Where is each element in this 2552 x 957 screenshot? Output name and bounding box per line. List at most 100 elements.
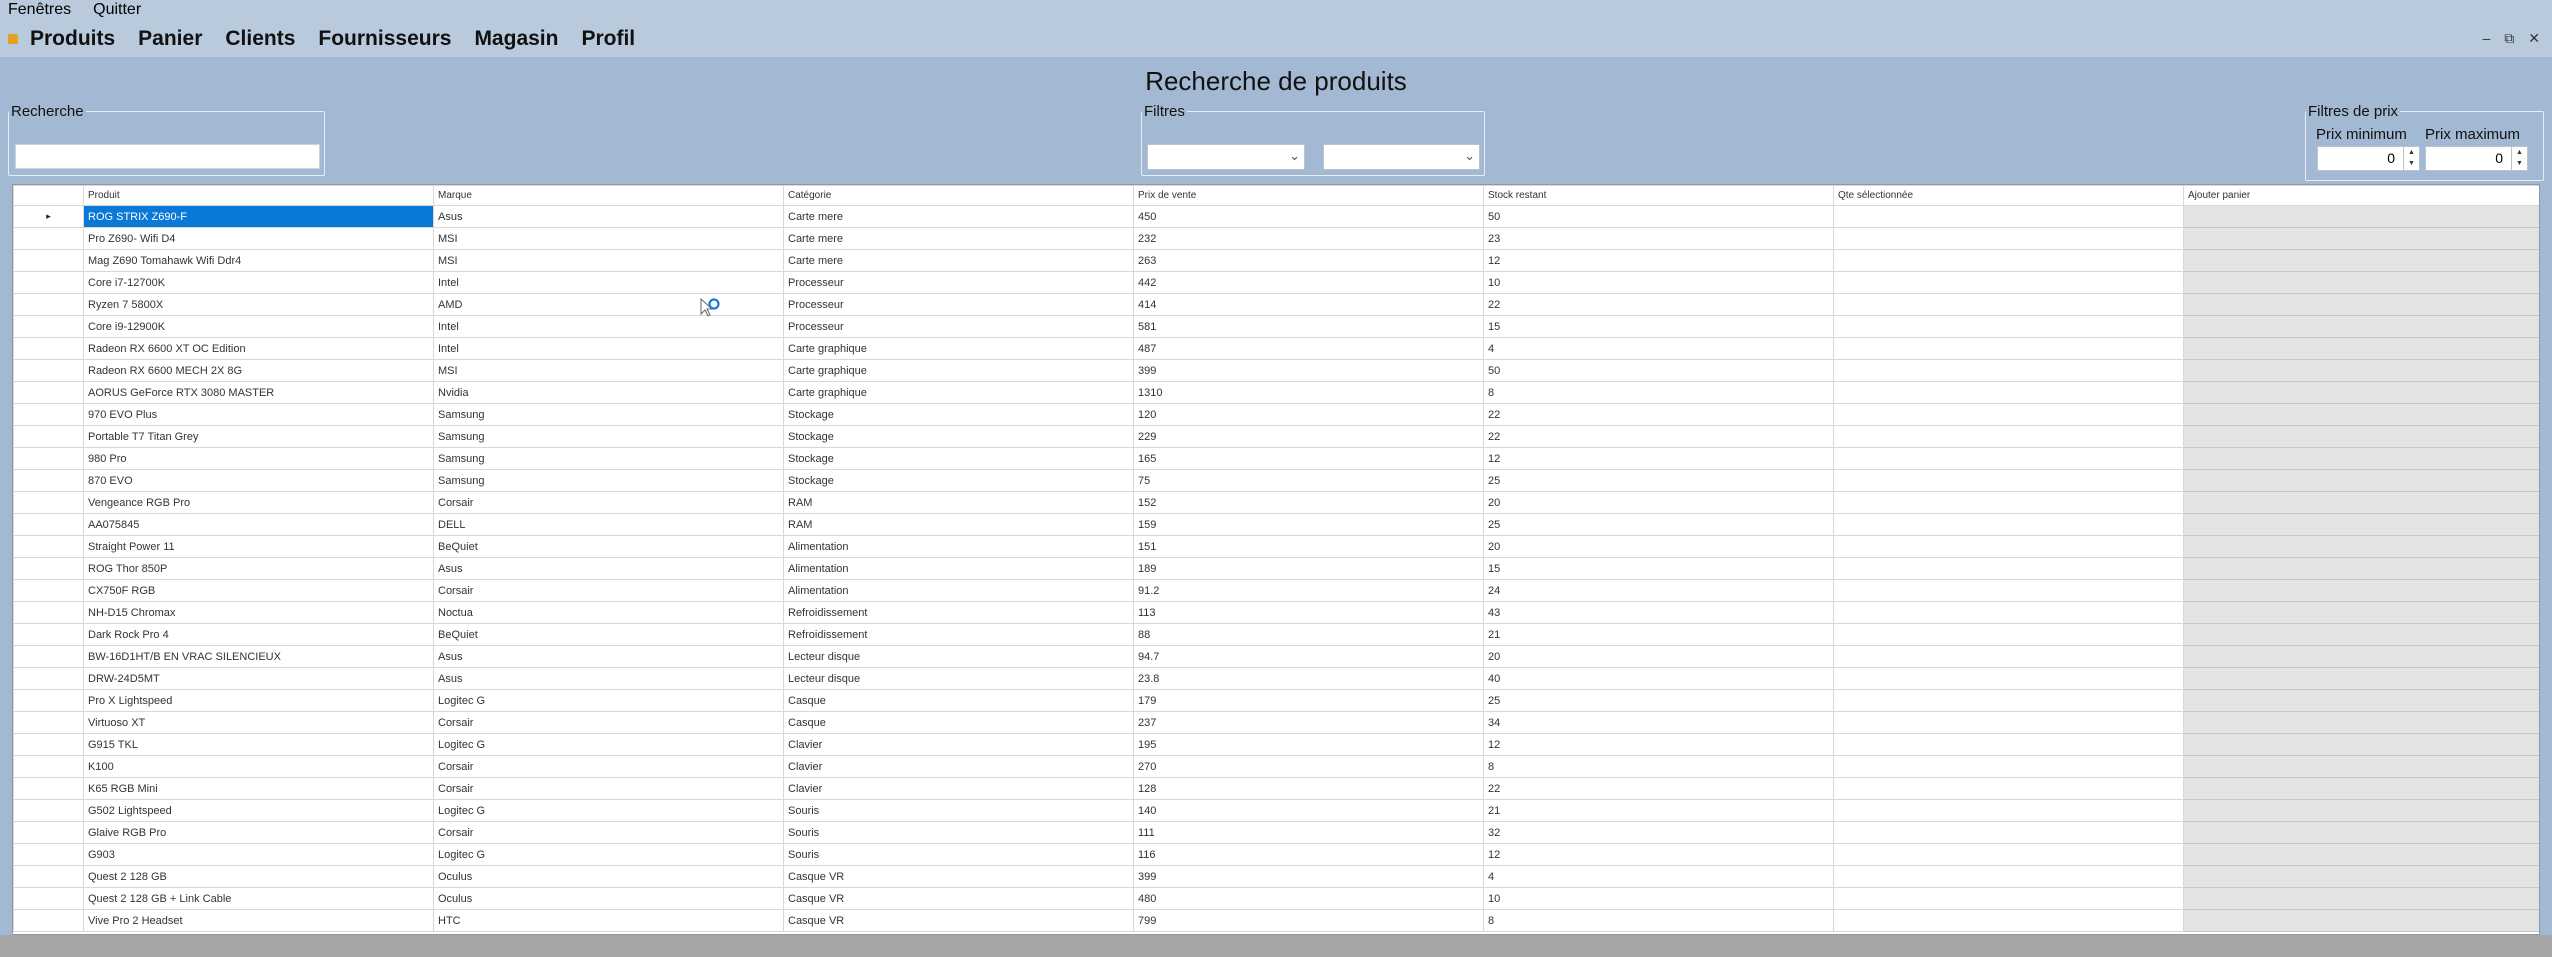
add-to-cart-button[interactable] [2183,249,2539,272]
table-row[interactable]: G502 Lightspeed Logitec G Souris 140 21 [13,799,2539,822]
add-to-cart-button[interactable] [2183,381,2539,404]
cell-qte[interactable] [1833,711,2184,734]
menu-clients[interactable]: Clients [225,27,295,51]
table-row[interactable]: Straight Power 11 BeQuiet Alimentation 151 2… [13,535,2539,558]
row-header[interactable] [13,689,84,712]
row-header[interactable] [13,865,84,888]
add-to-cart-button[interactable] [2183,293,2539,316]
cell-qte[interactable] [1833,513,2184,536]
row-header[interactable] [13,293,84,316]
search-input[interactable] [15,144,320,169]
products-grid[interactable]: Produit Marque Catégorie Prix de vente S… [12,184,2540,935]
add-to-cart-button[interactable] [2183,557,2539,580]
cell-qte[interactable] [1833,909,2184,932]
cell-qte[interactable] [1833,887,2184,910]
row-header[interactable] [13,887,84,910]
cell-qte[interactable] [1833,205,2184,228]
table-row[interactable]: Radeon RX 6600 MECH 2X 8G MSI Carte graphi… [13,359,2539,382]
row-header[interactable] [13,491,84,514]
cell-qte[interactable] [1833,799,2184,822]
table-row[interactable]: Mag Z690 Tomahawk Wifi Ddr4 MSI Carte mere… [13,249,2539,272]
cell-qte[interactable] [1833,667,2184,690]
add-to-cart-button[interactable] [2183,887,2539,910]
add-to-cart-button[interactable] [2183,711,2539,734]
table-row[interactable]: Ryzen 7 5800X AMD Processeur 414 22 [13,293,2539,316]
table-row[interactable]: AORUS GeForce RTX 3080 MASTER Nvidia Carte… [13,381,2539,404]
row-header[interactable] [13,425,84,448]
table-row[interactable]: Core i9-12900K Intel Processeur 581 15 [13,315,2539,338]
row-header[interactable] [13,843,84,866]
cell-qte[interactable] [1833,689,2184,712]
filter-combo-1[interactable]: ⌄ [1147,144,1305,170]
table-row[interactable]: Radeon RX 6600 XT OC Edition Intel Carte g… [13,337,2539,360]
cell-qte[interactable] [1833,337,2184,360]
table-row[interactable]: 970 EVO Plus Samsung Stockage 120 22 [13,403,2539,426]
table-row[interactable]: K100 Corsair Clavier 270 8 [13,755,2539,778]
cell-qte[interactable] [1833,777,2184,800]
col-header-stock[interactable]: Stock restant [1483,185,1834,206]
col-header-produit[interactable]: Produit [83,185,434,206]
cell-qte[interactable] [1833,403,2184,426]
add-to-cart-button[interactable] [2183,799,2539,822]
add-to-cart-button[interactable] [2183,227,2539,250]
cell-qte[interactable] [1833,733,2184,756]
cell-qte[interactable] [1833,843,2184,866]
table-row[interactable]: Pro Z690- Wifi D4 MSI Carte mere 232 23 [13,227,2539,250]
cell-qte[interactable] [1833,623,2184,646]
table-row[interactable]: 980 Pro Samsung Stockage 165 12 [13,447,2539,470]
row-header[interactable] [13,667,84,690]
cell-qte[interactable] [1833,865,2184,888]
table-row[interactable]: Core i7-12700K Intel Processeur 442 10 [13,271,2539,294]
row-header[interactable] [13,359,84,382]
table-row[interactable]: Pro X Lightspeed Logitec G Casque 179 25 [13,689,2539,712]
add-to-cart-button[interactable] [2183,579,2539,602]
row-header[interactable] [13,601,84,624]
table-row[interactable]: Portable T7 Titan Grey Samsung Stockage 229… [13,425,2539,448]
row-header[interactable] [13,909,84,932]
row-header[interactable]: ▸ [13,205,84,228]
row-header[interactable] [13,557,84,580]
row-header[interactable] [13,755,84,778]
add-to-cart-button[interactable] [2183,623,2539,646]
cell-qte[interactable] [1833,425,2184,448]
add-to-cart-button[interactable] [2183,755,2539,778]
cell-qte[interactable] [1833,381,2184,404]
cell-qte[interactable] [1833,469,2184,492]
menu-fenetres[interactable]: Fenêtres [8,0,71,20]
table-row[interactable]: DRW-24D5MT Asus Lecteur disque 23.8 40 [13,667,2539,690]
add-to-cart-button[interactable] [2183,469,2539,492]
col-header-marque[interactable]: Marque [433,185,784,206]
table-row[interactable]: G915 TKL Logitec G Clavier 195 12 [13,733,2539,756]
app-icon[interactable] [6,32,20,46]
row-header[interactable] [13,623,84,646]
row-header[interactable] [13,381,84,404]
cell-qte[interactable] [1833,601,2184,624]
row-header[interactable] [13,579,84,602]
menu-quitter[interactable]: Quitter [93,0,141,20]
row-header[interactable] [13,337,84,360]
close-icon[interactable]: ✕ [2528,30,2540,47]
add-to-cart-button[interactable] [2183,689,2539,712]
add-to-cart-button[interactable] [2183,865,2539,888]
table-row[interactable]: Quest 2 128 GB Oculus Casque VR 399 4 [13,865,2539,888]
cell-qte[interactable] [1833,579,2184,602]
add-to-cart-button[interactable] [2183,777,2539,800]
spinner-arrows-icon[interactable]: ▲ ▼ [2511,147,2527,170]
cell-qte[interactable] [1833,293,2184,316]
row-header[interactable] [13,645,84,668]
add-to-cart-button[interactable] [2183,359,2539,382]
add-to-cart-button[interactable] [2183,271,2539,294]
price-min-spinner[interactable]: 0 ▲ ▼ [2317,146,2420,171]
add-to-cart-button[interactable] [2183,821,2539,844]
row-header[interactable] [13,271,84,294]
table-row[interactable]: Vengeance RGB Pro Corsair RAM 152 20 [13,491,2539,514]
add-to-cart-button[interactable] [2183,843,2539,866]
add-to-cart-button[interactable] [2183,447,2539,470]
table-row[interactable]: 870 EVO Samsung Stockage 75 25 [13,469,2539,492]
cell-qte[interactable] [1833,249,2184,272]
col-header-ajouter[interactable]: Ajouter panier [2183,185,2539,206]
table-row[interactable]: Virtuoso XT Corsair Casque 237 34 [13,711,2539,734]
cell-qte[interactable] [1833,271,2184,294]
cell-qte[interactable] [1833,535,2184,558]
col-header-qte[interactable]: Qte sélectionnée [1833,185,2184,206]
